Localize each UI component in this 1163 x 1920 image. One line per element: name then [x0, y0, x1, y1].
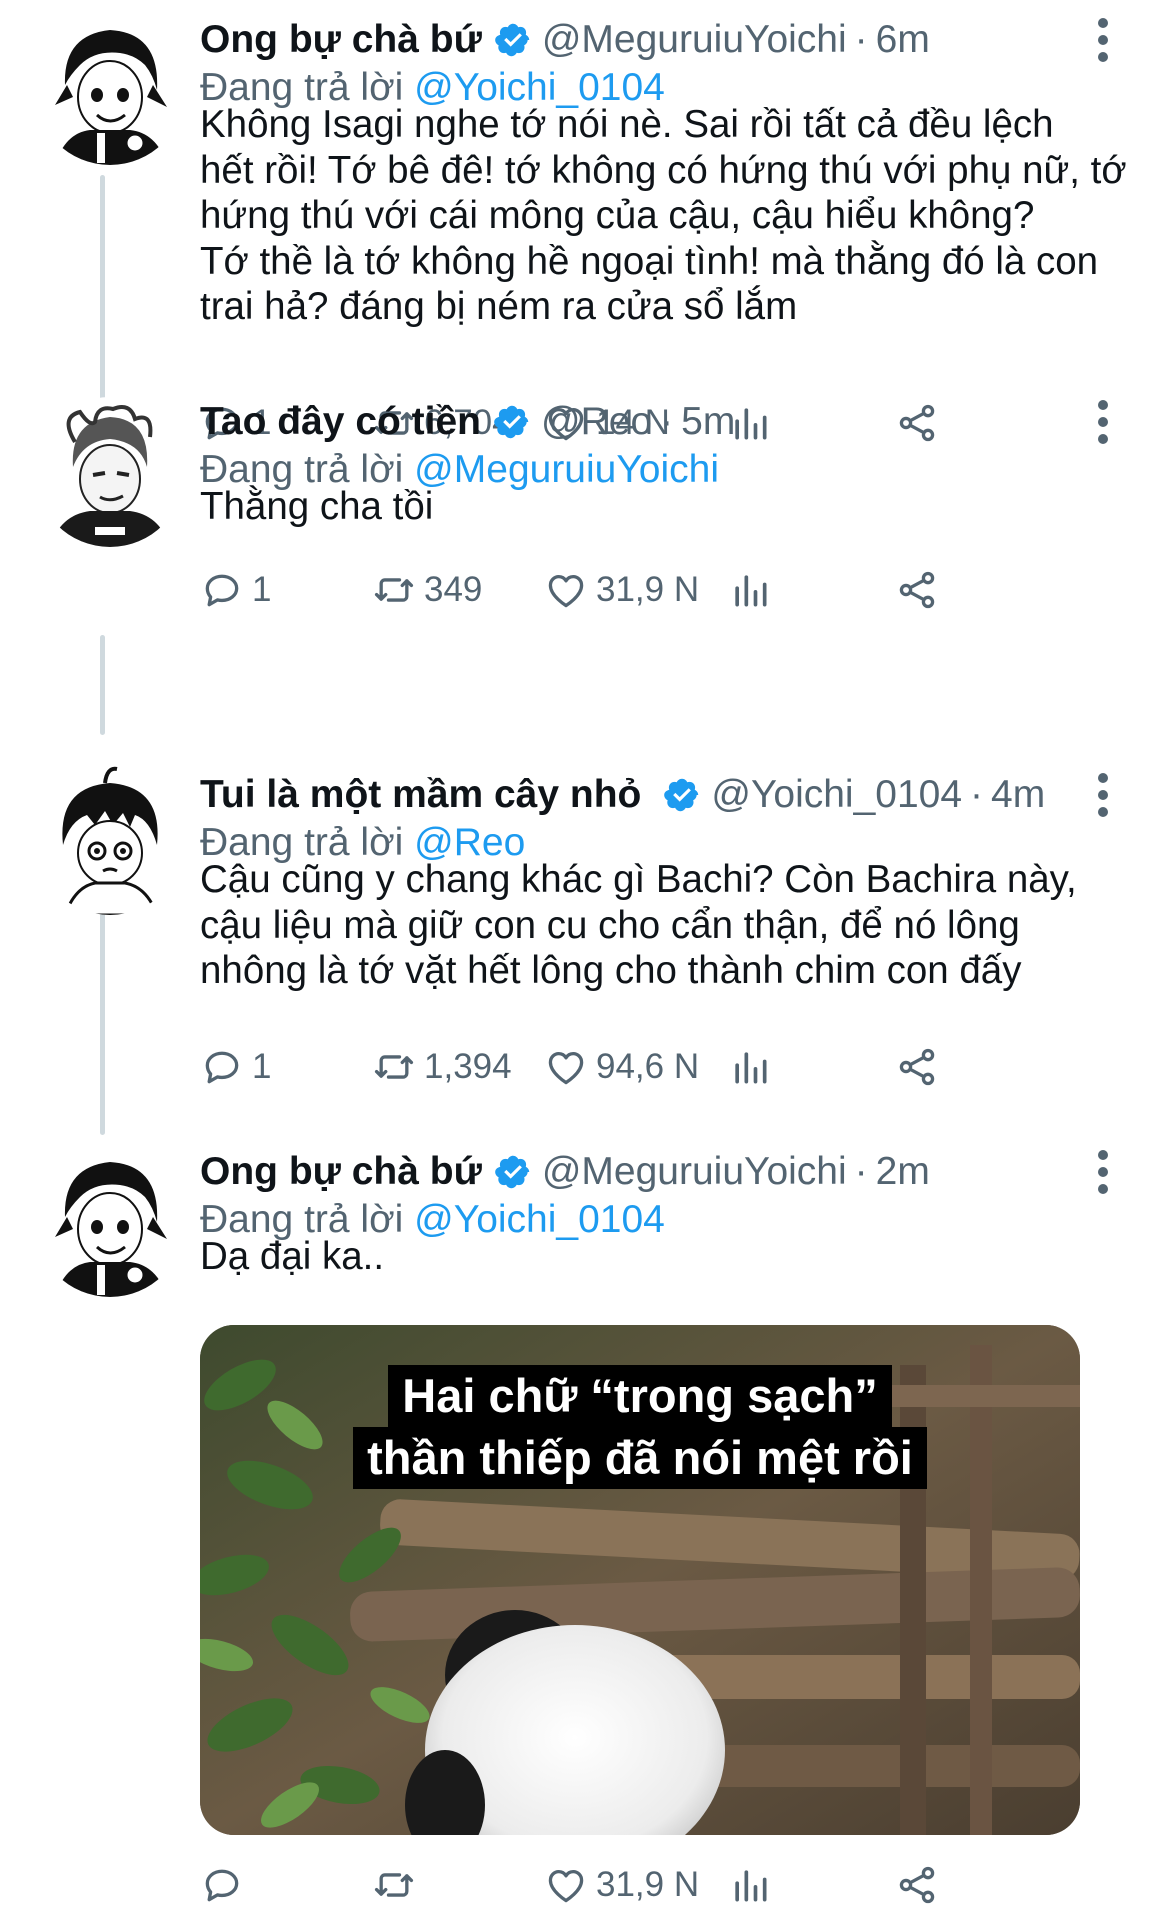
tweet[interactable]: Ong bự chà bứ @MeguruiuYoichi · 2m Đang … [0, 1147, 1163, 1920]
avatar[interactable] [35, 1147, 185, 1297]
action-bar: 31,9 N [200, 1860, 1100, 1910]
tweet[interactable]: Tui là một mầm cây nhỏ @Yoichi_0104 · 4m… [0, 765, 1163, 1100]
heart-icon [548, 1869, 584, 1903]
reply-icon [205, 1051, 239, 1084]
like-button[interactable]: 94,6 N [544, 1042, 699, 1092]
reply-button[interactable]: 1 [200, 1042, 271, 1092]
text-line: hứng thú với cái mông của cậu, cậu hiểu … [200, 194, 1035, 237]
display-name[interactable]: Tao đây có tiền [200, 397, 481, 447]
share-button[interactable] [895, 565, 939, 615]
avatar[interactable] [35, 397, 185, 547]
separator-dot: · [660, 400, 674, 443]
tweet-text: Dạ đại ka.. [200, 1234, 1135, 1280]
text-line: Cậu cũng y chang khác gì Bachi? Còn Bach… [200, 858, 1077, 901]
text-line: nhông là tớ vặt hết lông cho thành chim … [200, 949, 1022, 992]
separator-dot: · [970, 773, 984, 816]
display-name[interactable]: Ong bự chà bứ [200, 1147, 482, 1197]
handle[interactable]: @MeguruiuYoichi [542, 15, 847, 65]
share-button[interactable] [895, 1860, 939, 1910]
more-icon[interactable] [1088, 397, 1118, 447]
heart-icon [548, 1051, 584, 1085]
timestamp[interactable]: 4m [991, 770, 1045, 820]
like-button[interactable]: 31,9 N [544, 1860, 699, 1910]
separator-dot: · [854, 1150, 868, 1193]
tweet[interactable]: Ong bự chà bứ @MeguruiuYoichi · 6m Đang … [0, 15, 1163, 442]
more-icon[interactable] [1088, 770, 1118, 820]
text-line: trai hả? đáng bị ném ra cửa sổ lắm [200, 285, 798, 328]
like-count: 31,9 N [596, 570, 700, 609]
heart-icon [548, 574, 584, 608]
image-caption: Hai chữ “trong sạch” thần thiếp đã nói m… [200, 1365, 1080, 1489]
caption-line: Hai chữ “trong sạch” [388, 1365, 892, 1427]
display-name[interactable]: Ong bự chà bứ [200, 15, 482, 65]
share-icon [899, 1048, 935, 1086]
retweet-button[interactable]: 349 [372, 565, 482, 615]
action-bar: 1 1,394 94,6 N [200, 1042, 1100, 1092]
views-icon [735, 1052, 767, 1084]
text-line: cậu liệu mà giữ con cu cho cẩn thận, để … [200, 903, 1020, 947]
tweet[interactable]: Tao đây có tiền @Reo · 5m Đang trả lời @… [0, 397, 1163, 609]
tweet-text: Thằng cha tồi [200, 484, 1135, 530]
avatar[interactable] [35, 15, 185, 165]
timestamp[interactable]: 5m [681, 397, 735, 447]
bachira-avatar [36, 1148, 184, 1297]
text-line: hết rồi! Tớ bê đê! tớ không có hứng thú … [200, 148, 1127, 192]
reply-count: 1 [252, 1047, 272, 1086]
verified-badge-icon [495, 23, 530, 57]
retweet-button[interactable] [372, 1860, 424, 1910]
like-count: 94,6 N [596, 1047, 700, 1086]
display-name[interactable]: Tui là một mầm cây nhỏ [200, 770, 641, 820]
views-icon [735, 1870, 767, 1902]
retweet-count: 349 [424, 570, 483, 609]
reply-count: 1 [252, 570, 272, 609]
views-button[interactable] [728, 565, 772, 615]
text-line: Không Isagi nghe tớ nói nè. Sai rồi tất … [200, 103, 1054, 146]
retweet-icon [374, 578, 414, 602]
timestamp[interactable]: 2m [876, 1147, 930, 1197]
handle[interactable]: @Reo [541, 397, 652, 447]
avatar[interactable] [35, 765, 185, 915]
retweet-icon [374, 1873, 414, 1897]
tweet-text: Không Isagi nghe tớ nói nè. Sai rồi tất … [200, 102, 1135, 330]
tweet-text: Cậu cũng y chang khác gì Bachi? Còn Bach… [200, 857, 1135, 994]
retweet-count: 1,394 [424, 1047, 512, 1086]
like-button[interactable]: 31,9 N [544, 565, 699, 615]
verified-badge-icon [664, 778, 699, 812]
more-icon[interactable] [1088, 15, 1118, 65]
views-icon [735, 575, 767, 607]
handle[interactable]: @MeguruiuYoichi [542, 1147, 847, 1197]
reo-avatar [36, 398, 184, 547]
text-line: Tớ thề là tớ không hề ngoại tình! mà thằ… [200, 239, 1099, 283]
retweet-button[interactable]: 1,394 [372, 1042, 512, 1092]
views-button[interactable] [728, 1860, 772, 1910]
share-button[interactable] [895, 1042, 939, 1092]
retweet-icon [374, 1055, 414, 1079]
bachira-avatar [36, 16, 184, 165]
more-icon[interactable] [1088, 1147, 1118, 1197]
reply-button[interactable]: 1 [200, 565, 271, 615]
handle[interactable]: @Yoichi_0104 [711, 770, 962, 820]
verified-badge-icon [495, 1155, 530, 1189]
media-image[interactable]: Hai chữ “trong sạch” thần thiếp đã nói m… [200, 1325, 1080, 1835]
share-icon [899, 1866, 935, 1904]
views-button[interactable] [728, 1042, 772, 1092]
verified-badge-icon [494, 405, 529, 439]
action-bar: 1 349 31,9 N [200, 565, 1100, 615]
reply-button[interactable] [200, 1860, 252, 1910]
isagi-avatar [36, 766, 184, 915]
caption-line: thần thiếp đã nói mệt rồi [353, 1427, 927, 1489]
share-icon [899, 571, 935, 609]
separator-dot: · [854, 18, 868, 61]
text-line: Thằng cha tồi [200, 485, 434, 528]
thread-line [100, 635, 105, 735]
reply-icon [205, 574, 239, 607]
like-count: 31,9 N [596, 1865, 700, 1904]
text-line: Dạ đại ka.. [200, 1235, 385, 1278]
reply-icon [205, 1869, 239, 1902]
timestamp[interactable]: 6m [876, 15, 930, 65]
